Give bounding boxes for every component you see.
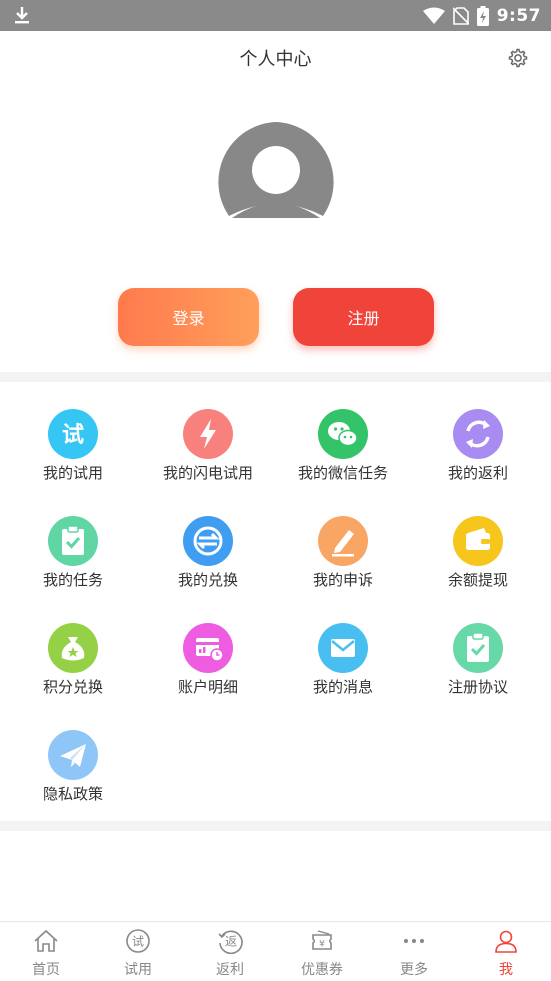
menu-item-label: 我的申诉: [312, 571, 373, 589]
nav-item-me[interactable]: 我: [460, 922, 551, 981]
menu-item-my-wechat-task[interactable]: 我的微信任务: [274, 382, 412, 482]
trial-nav-icon: 试: [126, 929, 150, 953]
nav-item-label: 返利: [216, 962, 244, 978]
section-divider: [0, 821, 551, 831]
edit-icon: [318, 516, 368, 566]
menu-item-label: 我的兑换: [177, 571, 238, 589]
account-detail-icon: [183, 623, 233, 673]
menu-item-my-rebate[interactable]: 我的返利: [409, 382, 547, 482]
section-divider: [0, 372, 551, 382]
wallet-icon: [453, 516, 503, 566]
menu-item-my-trial[interactable]: 试 我的试用: [4, 382, 142, 482]
menu-item-label: 我的任务: [42, 571, 103, 589]
nav-item-label: 首页: [32, 962, 60, 978]
home-icon: [34, 929, 58, 952]
nav-item-rebate[interactable]: 返 返利: [184, 922, 276, 981]
wifi-icon: [422, 7, 445, 24]
bottom-nav: 首页 试 试用 返 返利 ¥ 优惠券 更多 我: [0, 921, 551, 981]
download-icon: [15, 7, 29, 24]
svg-text:试: 试: [62, 423, 84, 448]
gear-icon[interactable]: [507, 47, 529, 69]
menu-item-label: 隐私政策: [42, 785, 103, 803]
header: 个人中心: [0, 31, 551, 83]
nav-item-trial[interactable]: 试 试用: [92, 922, 184, 981]
login-button[interactable]: 登录: [118, 288, 259, 346]
nav-item-label: 试用: [124, 962, 152, 978]
menu-item-label: 账户明细: [177, 678, 238, 696]
register-button[interactable]: 注册: [293, 288, 434, 346]
menu-item-account-details[interactable]: 账户明细: [139, 596, 277, 696]
paper-plane-icon: [48, 730, 98, 780]
svg-text:试: 试: [132, 934, 144, 949]
wechat-icon: [318, 409, 368, 459]
nav-item-label: 更多: [400, 962, 428, 978]
menu-item-label: 我的试用: [42, 464, 103, 482]
svg-text:¥: ¥: [319, 940, 325, 950]
menu-item-my-messages[interactable]: 我的消息: [274, 596, 412, 696]
refresh-icon: [453, 409, 503, 459]
menu-item-label: 我的消息: [312, 678, 373, 696]
more-icon: [404, 939, 424, 943]
nav-item-coupon[interactable]: ¥ 优惠券: [276, 922, 368, 981]
exchange-icon: [183, 516, 233, 566]
menu-item-label: 我的返利: [447, 464, 508, 482]
menu-item-privacy-policy[interactable]: 隐私政策: [4, 703, 142, 803]
menu-item-label: 我的微信任务: [297, 464, 388, 482]
menu-item-label: 余额提现: [447, 571, 508, 589]
menu-item-registration-agreement[interactable]: 注册协议: [409, 596, 547, 696]
menu-item-label: 注册协议: [447, 678, 508, 696]
menu-item-label: 积分兑换: [42, 678, 103, 696]
agreement-icon: [453, 623, 503, 673]
menu-item-my-flash-trial[interactable]: 我的闪电试用: [139, 382, 277, 482]
coupon-icon: ¥: [312, 930, 332, 950]
trial-icon: 试: [48, 409, 98, 459]
svg-text:返: 返: [225, 935, 237, 949]
avatar[interactable]: [216, 122, 336, 230]
page-title: 个人中心: [239, 49, 312, 70]
nav-item-label: 我: [499, 962, 513, 978]
user-icon: [495, 930, 517, 953]
menu-item-my-task[interactable]: 我的任务: [4, 489, 142, 589]
clipboard-check-icon: [48, 516, 98, 566]
no-sim-icon: [452, 6, 469, 25]
status-bar: 9:57: [0, 0, 551, 31]
nav-item-label: 优惠券: [301, 962, 343, 978]
menu-item-points-exchange[interactable]: 积分兑换: [4, 596, 142, 696]
rebate-nav-icon: 返: [218, 930, 243, 954]
money-bag-icon: [48, 623, 98, 673]
menu-item-label: 我的闪电试用: [162, 464, 253, 482]
menu-item-my-exchange[interactable]: 我的兑换: [139, 489, 277, 589]
nav-item-more[interactable]: 更多: [368, 922, 460, 981]
mail-icon: [318, 623, 368, 673]
menu-item-my-appeal[interactable]: 我的申诉: [274, 489, 412, 589]
lightning-icon: [183, 409, 233, 459]
menu-item-balance-withdraw[interactable]: 余额提现: [409, 489, 547, 589]
nav-item-home[interactable]: 首页: [0, 922, 92, 981]
status-time: 9:57: [496, 5, 541, 26]
battery-icon: [476, 5, 489, 26]
